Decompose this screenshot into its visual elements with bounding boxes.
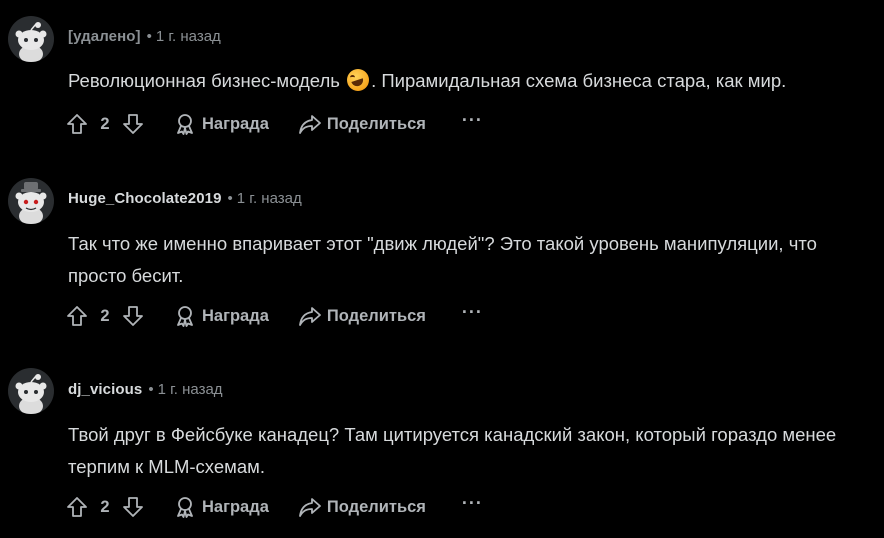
- author-name[interactable]: [удалено]: [68, 28, 141, 45]
- upvote-arrow-icon: [67, 114, 87, 134]
- rolling-laughing-emoji-icon: [347, 69, 370, 91]
- comment-actions: 2 Награда Поделиться ···: [64, 301, 483, 331]
- downvote-button[interactable]: [120, 303, 146, 329]
- author-name[interactable]: Huge_Chocolate2019: [68, 190, 222, 207]
- comment-meta: Huge_Chocolate2019 • 1 г. назад: [68, 189, 302, 209]
- more-options-button[interactable]: ···: [461, 302, 483, 325]
- award-label: Награда: [202, 306, 269, 325]
- award-icon: [177, 114, 193, 135]
- award-label: Награда: [202, 114, 269, 133]
- downvote-button[interactable]: [120, 494, 146, 520]
- meta-separator: •: [227, 190, 233, 207]
- award-icon: [177, 306, 193, 327]
- comment-body: Революционная бизнес-модель . Пирамидаль…: [68, 65, 880, 97]
- share-button[interactable]: Поделиться: [298, 496, 426, 518]
- vote-score: 2: [100, 114, 110, 133]
- award-label: Награда: [202, 497, 269, 516]
- award-button[interactable]: Награда: [174, 113, 269, 135]
- share-button[interactable]: Поделиться: [298, 113, 426, 135]
- share-icon: [298, 498, 321, 517]
- more-options-icon: ···: [461, 493, 483, 513]
- snoo-avatar-icon: [15, 22, 47, 62]
- comment-actions: 2 Награда Поделиться ···: [64, 109, 483, 139]
- snoo-avatar-icon: [15, 182, 47, 224]
- avatar[interactable]: [8, 16, 54, 62]
- comment: dj_vicious • 1 г. назад Твой друг в Фейсбу…: [0, 345, 884, 538]
- share-icon: [298, 115, 321, 134]
- snoo-avatar-icon: [15, 374, 47, 414]
- downvote-arrow-icon: [123, 114, 143, 134]
- vote-score: 2: [100, 306, 110, 325]
- avatar[interactable]: [8, 368, 54, 414]
- more-options-button[interactable]: ···: [461, 110, 483, 133]
- meta-separator: •: [148, 381, 154, 398]
- comment-text-part: . Пирамидальная схема бизнеса стара, как…: [371, 70, 787, 91]
- award-button[interactable]: Награда: [174, 496, 269, 518]
- timestamp[interactable]: 1 г. назад: [158, 381, 223, 398]
- share-label: Поделиться: [326, 114, 426, 133]
- comment: [удалено] • 1 г. назад Революционная бизне…: [0, 0, 884, 150]
- upvote-button[interactable]: [64, 111, 90, 137]
- author-name[interactable]: dj_vicious: [68, 381, 142, 398]
- upvote-button[interactable]: [64, 494, 90, 520]
- comment-body: Так что же именно впаривает этот "движ л…: [68, 233, 817, 286]
- timestamp[interactable]: 1 г. назад: [156, 28, 221, 45]
- share-button[interactable]: Поделиться: [298, 305, 426, 327]
- downvote-button[interactable]: [120, 111, 146, 137]
- avatar[interactable]: [8, 178, 54, 224]
- share-label: Поделиться: [326, 497, 426, 516]
- more-options-button[interactable]: ···: [461, 493, 483, 516]
- comment-actions: 2 Награда Поделиться ···: [64, 492, 483, 522]
- comment: Huge_Chocolate2019 • 1 г. назад Так что же…: [0, 150, 884, 345]
- share-icon: [298, 307, 321, 326]
- upvote-arrow-icon: [67, 497, 87, 517]
- comment-meta: [удалено] • 1 г. назад: [68, 27, 221, 47]
- award-button[interactable]: Награда: [174, 305, 269, 327]
- more-options-icon: ···: [461, 302, 483, 322]
- downvote-arrow-icon: [123, 497, 143, 517]
- comment-body: Твой друг в Фейсбуке канадец? Там цитиру…: [68, 424, 837, 477]
- downvote-arrow-icon: [123, 306, 143, 326]
- award-icon: [177, 497, 193, 518]
- share-label: Поделиться: [326, 306, 426, 325]
- meta-separator: •: [146, 28, 152, 45]
- timestamp[interactable]: 1 г. назад: [237, 190, 302, 207]
- comment-meta: dj_vicious • 1 г. назад: [68, 380, 223, 400]
- vote-score: 2: [100, 497, 110, 516]
- upvote-button[interactable]: [64, 303, 90, 329]
- more-options-icon: ···: [461, 110, 483, 130]
- upvote-arrow-icon: [67, 306, 87, 326]
- comment-text-part: Революционная бизнес-модель: [68, 70, 340, 91]
